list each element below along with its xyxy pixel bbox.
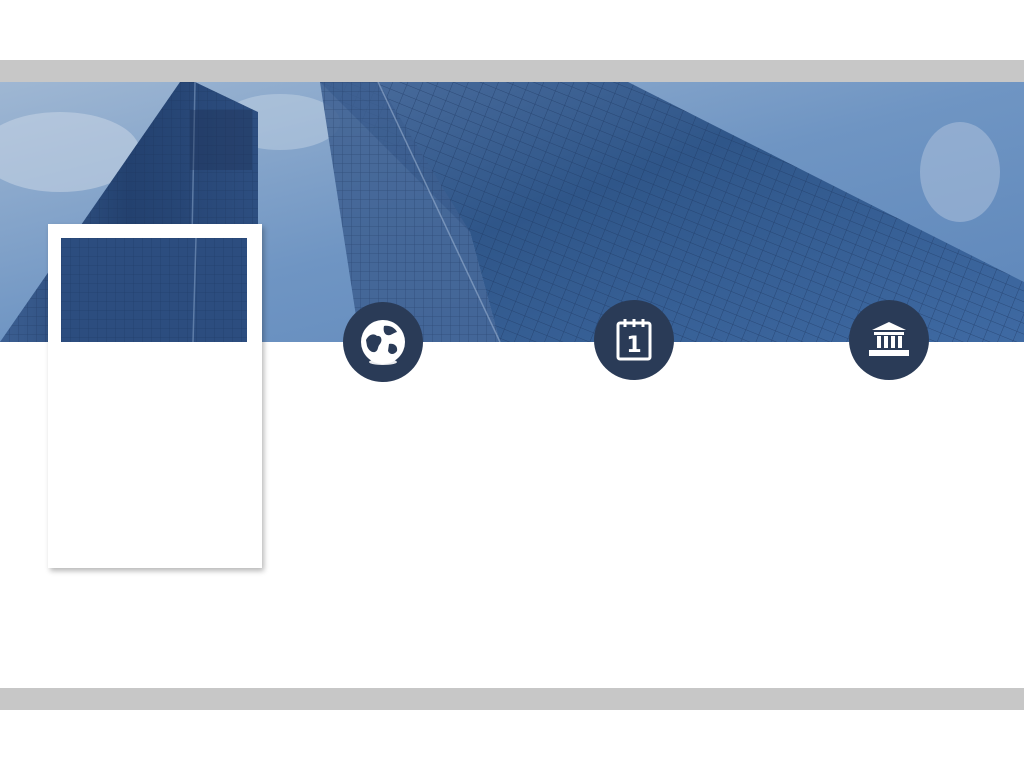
framed-photo bbox=[61, 238, 247, 554]
top-bar bbox=[0, 60, 1024, 82]
photo-frame bbox=[48, 224, 262, 568]
globe-icon bbox=[343, 302, 423, 382]
bottom-bar bbox=[0, 688, 1024, 710]
slide: 1 bbox=[0, 0, 1024, 768]
bank-icon bbox=[849, 300, 929, 380]
calendar-icon: 1 bbox=[594, 300, 674, 380]
calendar-day-number: 1 bbox=[626, 333, 641, 358]
